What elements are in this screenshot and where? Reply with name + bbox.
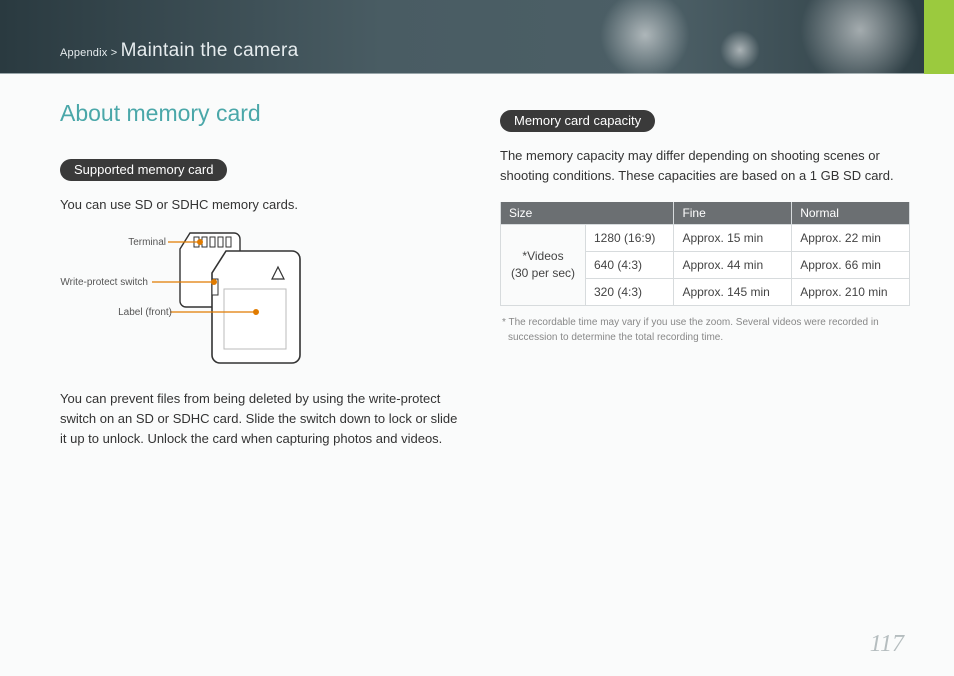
footnote: * The recordable time may vary if you us… bbox=[500, 316, 910, 345]
cell-fine: Approx. 145 min bbox=[674, 279, 792, 306]
cell-normal: Approx. 210 min bbox=[792, 279, 910, 306]
sd-card-diagram: Terminal Write-protect switch Label (fro… bbox=[60, 231, 320, 371]
right-column: Memory card capacity The memory capacity… bbox=[500, 100, 910, 345]
th-size: Size bbox=[501, 202, 674, 225]
cell-normal: Approx. 66 min bbox=[792, 252, 910, 279]
label-front: Label (front) bbox=[84, 307, 172, 318]
label-terminal: Terminal bbox=[78, 237, 166, 248]
page-number: 117 bbox=[870, 631, 904, 658]
left-column: About memory card Supported memory card … bbox=[60, 100, 460, 466]
write-protect-text: You can prevent files from being deleted… bbox=[60, 389, 460, 449]
rowhead-videos: *Videos (30 per sec) bbox=[501, 225, 586, 306]
sd-card-icon bbox=[60, 231, 320, 371]
cell-size: 320 (4:3) bbox=[586, 279, 674, 306]
th-fine: Fine bbox=[674, 202, 792, 225]
breadcrumb-section: Maintain the camera bbox=[121, 40, 299, 61]
cell-normal: Approx. 22 min bbox=[792, 225, 910, 252]
rowhead-line1: *Videos bbox=[522, 249, 563, 263]
cell-fine: Approx. 15 min bbox=[674, 225, 792, 252]
label-write-protect: Write-protect switch bbox=[60, 277, 148, 288]
breadcrumb-prefix: Appendix > bbox=[60, 47, 117, 59]
capacity-intro: The memory capacity may differ depending… bbox=[500, 146, 910, 186]
capacity-table: Size Fine Normal *Videos (30 per sec) 12… bbox=[500, 202, 910, 306]
rowhead-line2: (30 per sec) bbox=[511, 266, 575, 280]
cell-size: 640 (4:3) bbox=[586, 252, 674, 279]
intro-text: You can use SD or SDHC memory cards. bbox=[60, 195, 460, 215]
breadcrumb: Appendix > Maintain the camera bbox=[60, 40, 298, 62]
header-bar: Appendix > Maintain the camera bbox=[0, 0, 954, 74]
th-normal: Normal bbox=[792, 202, 910, 225]
pill-memory-card-capacity: Memory card capacity bbox=[500, 110, 655, 132]
page-title: About memory card bbox=[60, 100, 460, 127]
pill-supported-memory-card: Supported memory card bbox=[60, 159, 227, 181]
cell-size: 1280 (16:9) bbox=[586, 225, 674, 252]
cell-fine: Approx. 44 min bbox=[674, 252, 792, 279]
side-tab bbox=[924, 0, 954, 74]
page-body: About memory card Supported memory card … bbox=[60, 100, 904, 646]
